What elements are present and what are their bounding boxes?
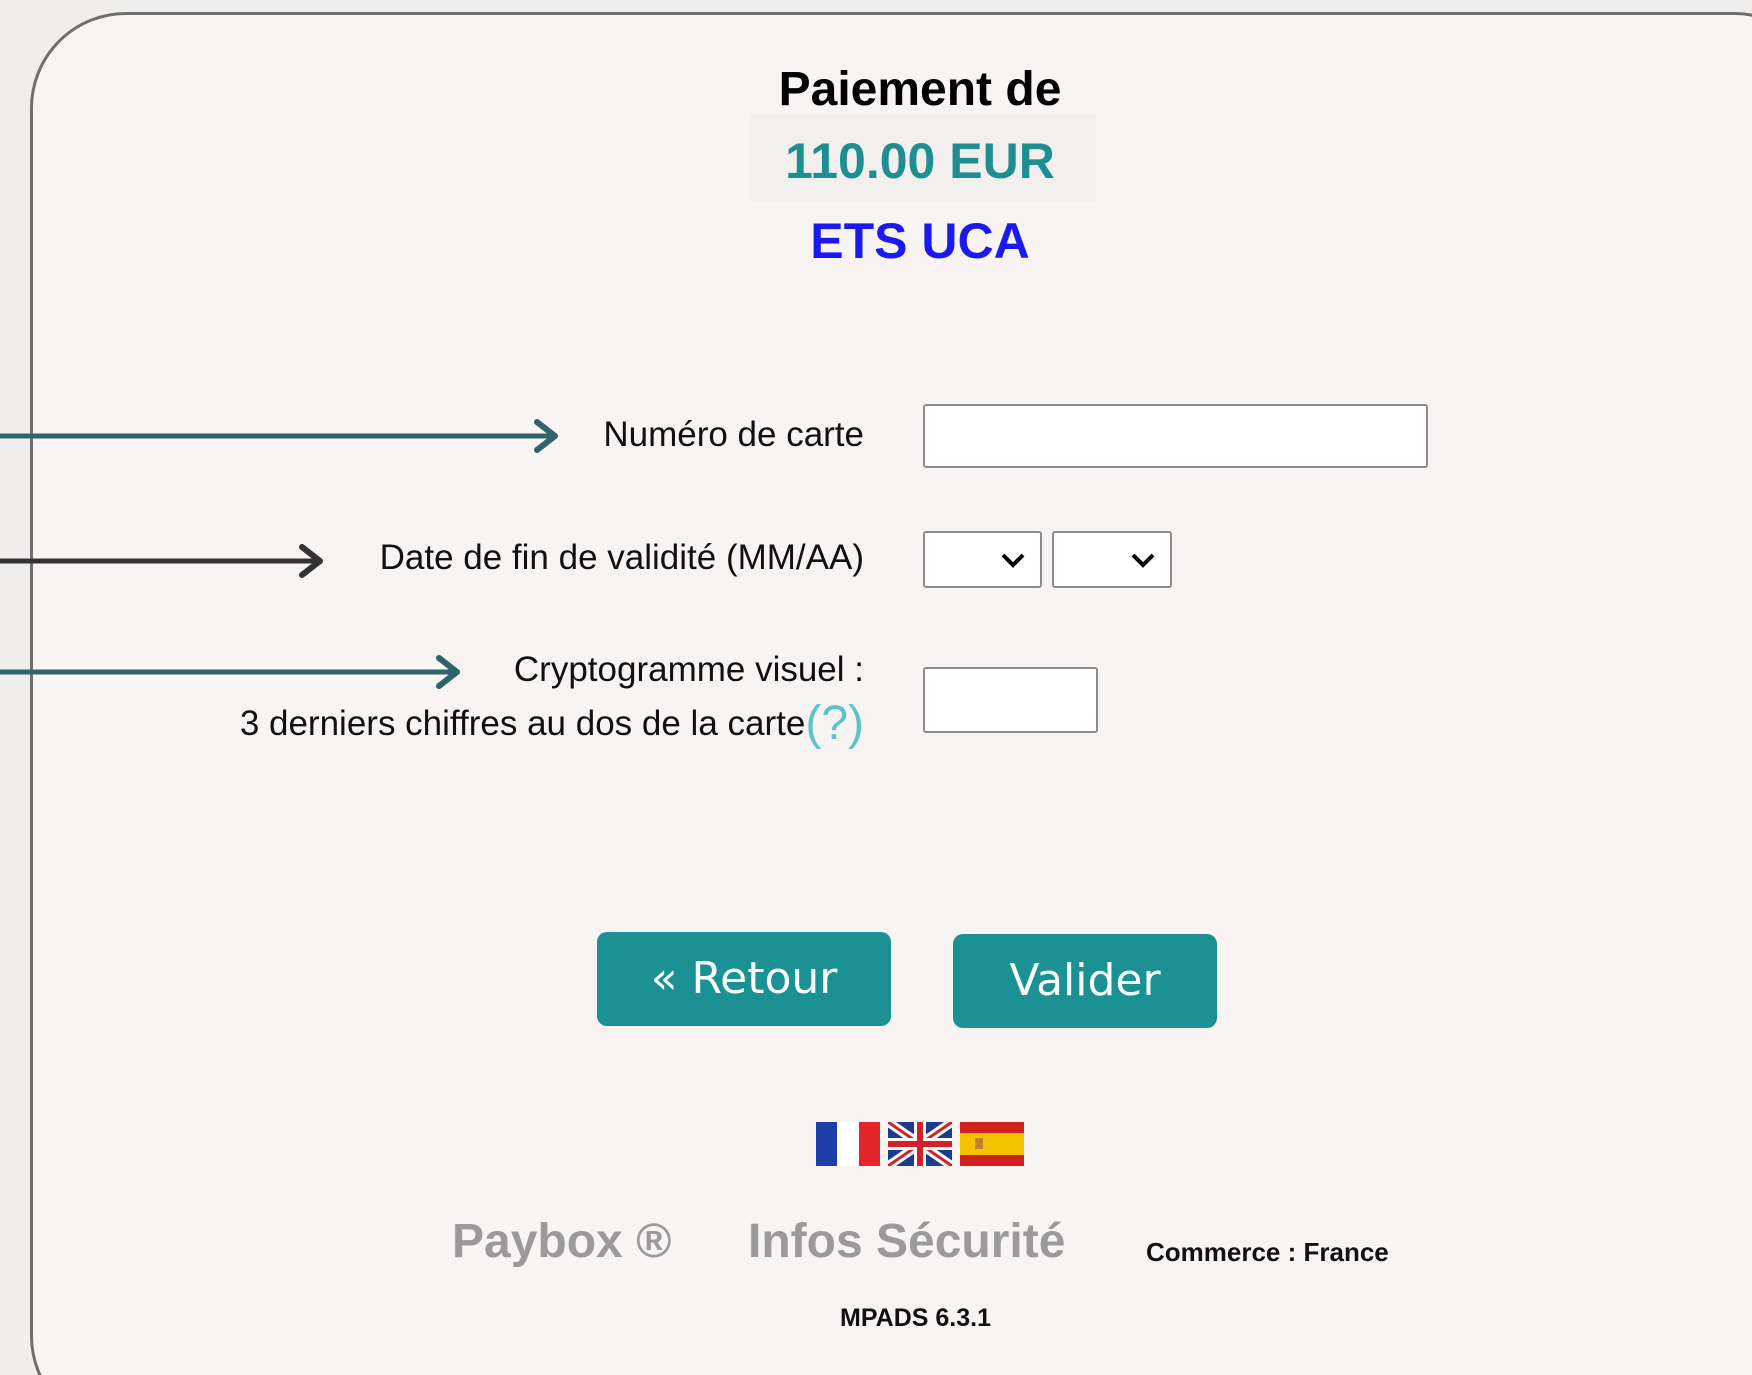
cvv-input[interactable] xyxy=(923,667,1098,733)
es-flag-icon[interactable] xyxy=(960,1122,1024,1166)
paybox-link[interactable]: Paybox ® xyxy=(452,1214,671,1269)
payment-amount: 110.00 EUR xyxy=(785,133,1055,189)
chevron-down-icon xyxy=(1001,553,1025,568)
chevron-down-icon xyxy=(1131,553,1155,568)
version-label: MPADS 6.3.1 xyxy=(840,1304,991,1332)
commerce-country: Commerce : France xyxy=(1146,1237,1389,1267)
page-title: Paiement de xyxy=(778,63,1062,116)
expiry-month-select[interactable] xyxy=(923,531,1042,588)
security-info-link[interactable]: Infos Sécurité xyxy=(748,1214,1065,1269)
merchant-name: ETS UCA xyxy=(810,213,1030,269)
arrow-card-number-icon xyxy=(0,419,558,453)
cvv-label: Cryptogramme visuel : xyxy=(513,650,864,689)
cvv-help-link[interactable]: (?) xyxy=(805,697,864,750)
back-button[interactable]: « Retour xyxy=(597,932,891,1026)
cvv-hint: 3 derniers chiffres au dos de la carte(?… xyxy=(240,696,864,751)
cvv-hint-text: 3 derniers chiffres au dos de la carte xyxy=(239,704,806,743)
uk-flag-icon[interactable] xyxy=(888,1122,952,1166)
arrow-expiry-icon xyxy=(0,544,323,578)
fr-flag-icon[interactable] xyxy=(816,1122,880,1166)
card-number-label: Numéro de carte xyxy=(603,415,864,454)
payment-page: Paiement de 110.00 EUR ETS UCA Numéro de… xyxy=(0,0,1752,1375)
submit-button[interactable]: Valider xyxy=(953,934,1217,1028)
arrow-cvv-icon xyxy=(0,655,460,689)
expiry-year-select[interactable] xyxy=(1052,531,1172,588)
expiry-date-label: Date de fin de validité (MM/AA) xyxy=(379,538,864,577)
card-number-input[interactable] xyxy=(923,404,1428,468)
